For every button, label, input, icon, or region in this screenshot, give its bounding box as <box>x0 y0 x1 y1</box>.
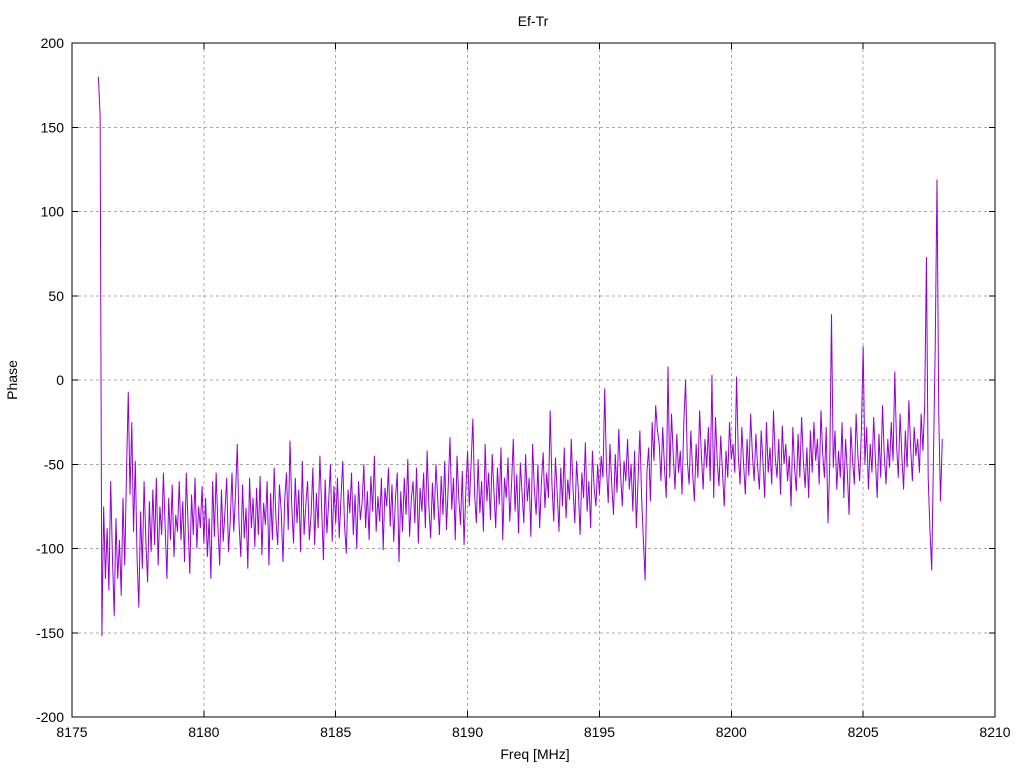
y-tick-label: -150 <box>36 625 64 641</box>
y-tick-label: 150 <box>41 119 65 135</box>
y-tick-label: 100 <box>41 204 65 220</box>
y-tick-label: 50 <box>48 288 64 304</box>
y-tick-label: -100 <box>36 541 64 557</box>
x-tick-label: 8200 <box>716 724 747 740</box>
x-tick-labels: 8175 8180 8185 8190 8195 8200 8205 8210 <box>56 724 1010 740</box>
y-tick-label: 0 <box>56 372 64 388</box>
x-tick-label: 8185 <box>320 724 351 740</box>
x-tick-label: 8205 <box>848 724 879 740</box>
plot-canvas: 8175 8180 8185 8190 8195 8200 8205 8210 -200 -15… <box>4 13 1011 762</box>
y-tick-label: -200 <box>36 709 64 725</box>
x-tick-label: 8195 <box>584 724 615 740</box>
y-tick-label: 200 <box>41 35 65 51</box>
chart-title: Ef-Tr <box>518 13 549 29</box>
phase-trace <box>97 76 943 637</box>
chart-figure: 8175 8180 8185 8190 8195 8200 8205 8210 -200 -15… <box>0 0 1024 768</box>
y-axis-label: Phase <box>4 360 20 400</box>
x-tick-label: 8175 <box>56 724 87 740</box>
x-tick-label: 8210 <box>979 724 1010 740</box>
x-tick-label: 8180 <box>188 724 219 740</box>
x-axis-label: Freq [MHz] <box>500 746 569 762</box>
x-tick-label: 8190 <box>452 724 483 740</box>
grid-lines <box>72 43 995 717</box>
y-tick-label: -50 <box>44 456 64 472</box>
y-tick-labels: -200 -150 -100 -50 0 50 100 150 200 <box>36 35 64 725</box>
